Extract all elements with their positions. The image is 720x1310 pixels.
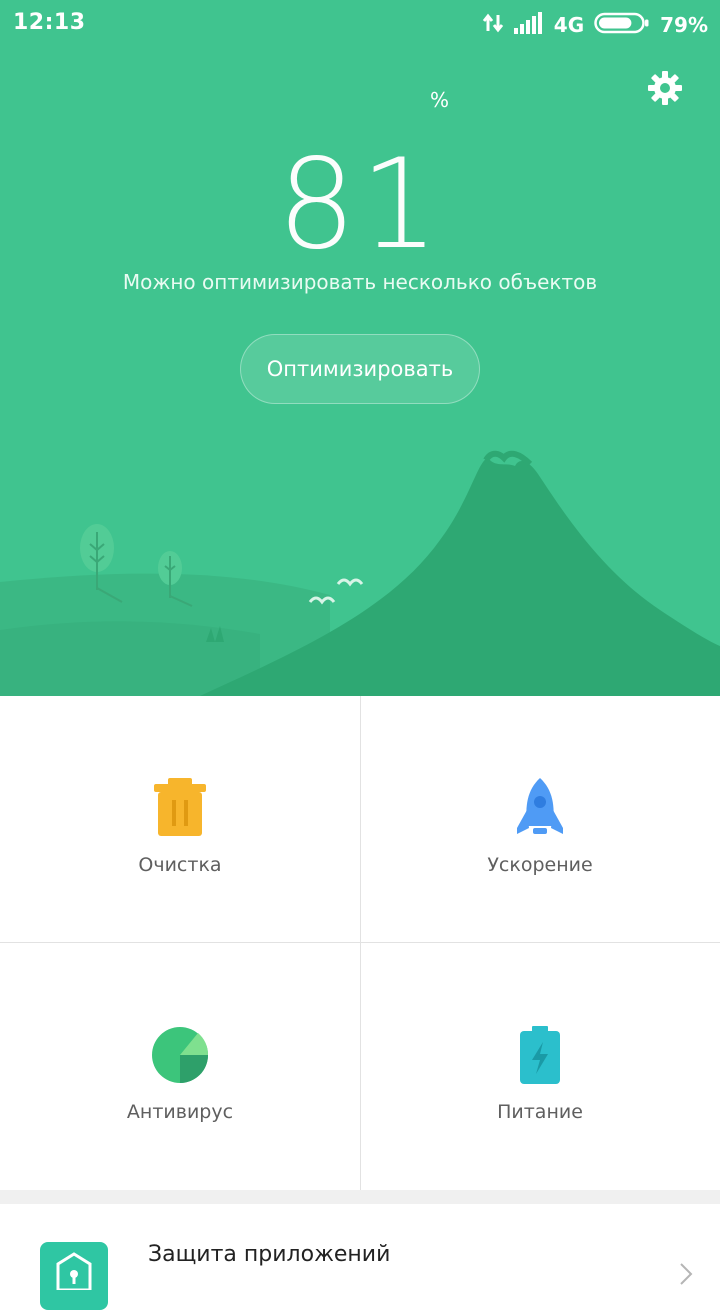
tile-cleaner-label: Очистка — [138, 854, 222, 876]
signal-icon — [513, 12, 544, 38]
gear-icon — [647, 70, 683, 110]
tile-antivirus[interactable]: Антивирус — [0, 943, 360, 1190]
grid-divider-vertical — [360, 696, 361, 1190]
chevron-right-icon — [678, 1262, 694, 1290]
status-bar: 12:13 4G 79% — [0, 0, 720, 50]
status-icons: 4G 79% — [472, 9, 708, 41]
data-transfer-icon — [482, 11, 504, 39]
network-type: 4G — [553, 13, 585, 37]
tile-antivirus-label: Антивирус — [126, 1101, 234, 1123]
antivirus-icon — [148, 1023, 212, 1087]
settings-button[interactable] — [643, 68, 687, 112]
battery-status-icon — [594, 11, 650, 39]
rocket-icon — [508, 776, 572, 840]
tile-boost[interactable]: Ускорение — [360, 696, 720, 943]
list-item-app-lock[interactable]: Защита приложений — [0, 1204, 720, 1310]
tile-cleaner[interactable]: Очистка — [0, 696, 360, 943]
landscape-illustration — [0, 450, 720, 696]
list-item-title: Защита приложений — [148, 1242, 391, 1267]
score-value: 81 — [277, 133, 443, 277]
status-time: 12:13 — [13, 10, 86, 35]
optimize-button[interactable]: Оптимизировать — [240, 334, 480, 404]
hero-subtitle: Можно оптимизировать несколько объектов — [122, 270, 598, 294]
score-display: 81 — [0, 140, 720, 270]
tile-boost-label: Ускорение — [487, 854, 593, 876]
hero-panel: 12:13 4G 79% 81 % Можно оптимизировать н… — [0, 0, 720, 696]
trash-icon — [148, 776, 212, 840]
tile-battery[interactable]: Питание — [360, 943, 720, 1190]
tile-battery-label: Питание — [497, 1101, 583, 1123]
battery-percent: 79% — [660, 13, 708, 37]
section-separator — [0, 1190, 720, 1204]
feature-grid: Очистка Ускорение Антивирус Питание — [0, 696, 720, 1190]
grid-divider-horizontal — [0, 942, 720, 943]
score-unit: % — [430, 88, 450, 112]
app-lock-icon — [40, 1242, 108, 1310]
battery-icon — [508, 1023, 572, 1087]
